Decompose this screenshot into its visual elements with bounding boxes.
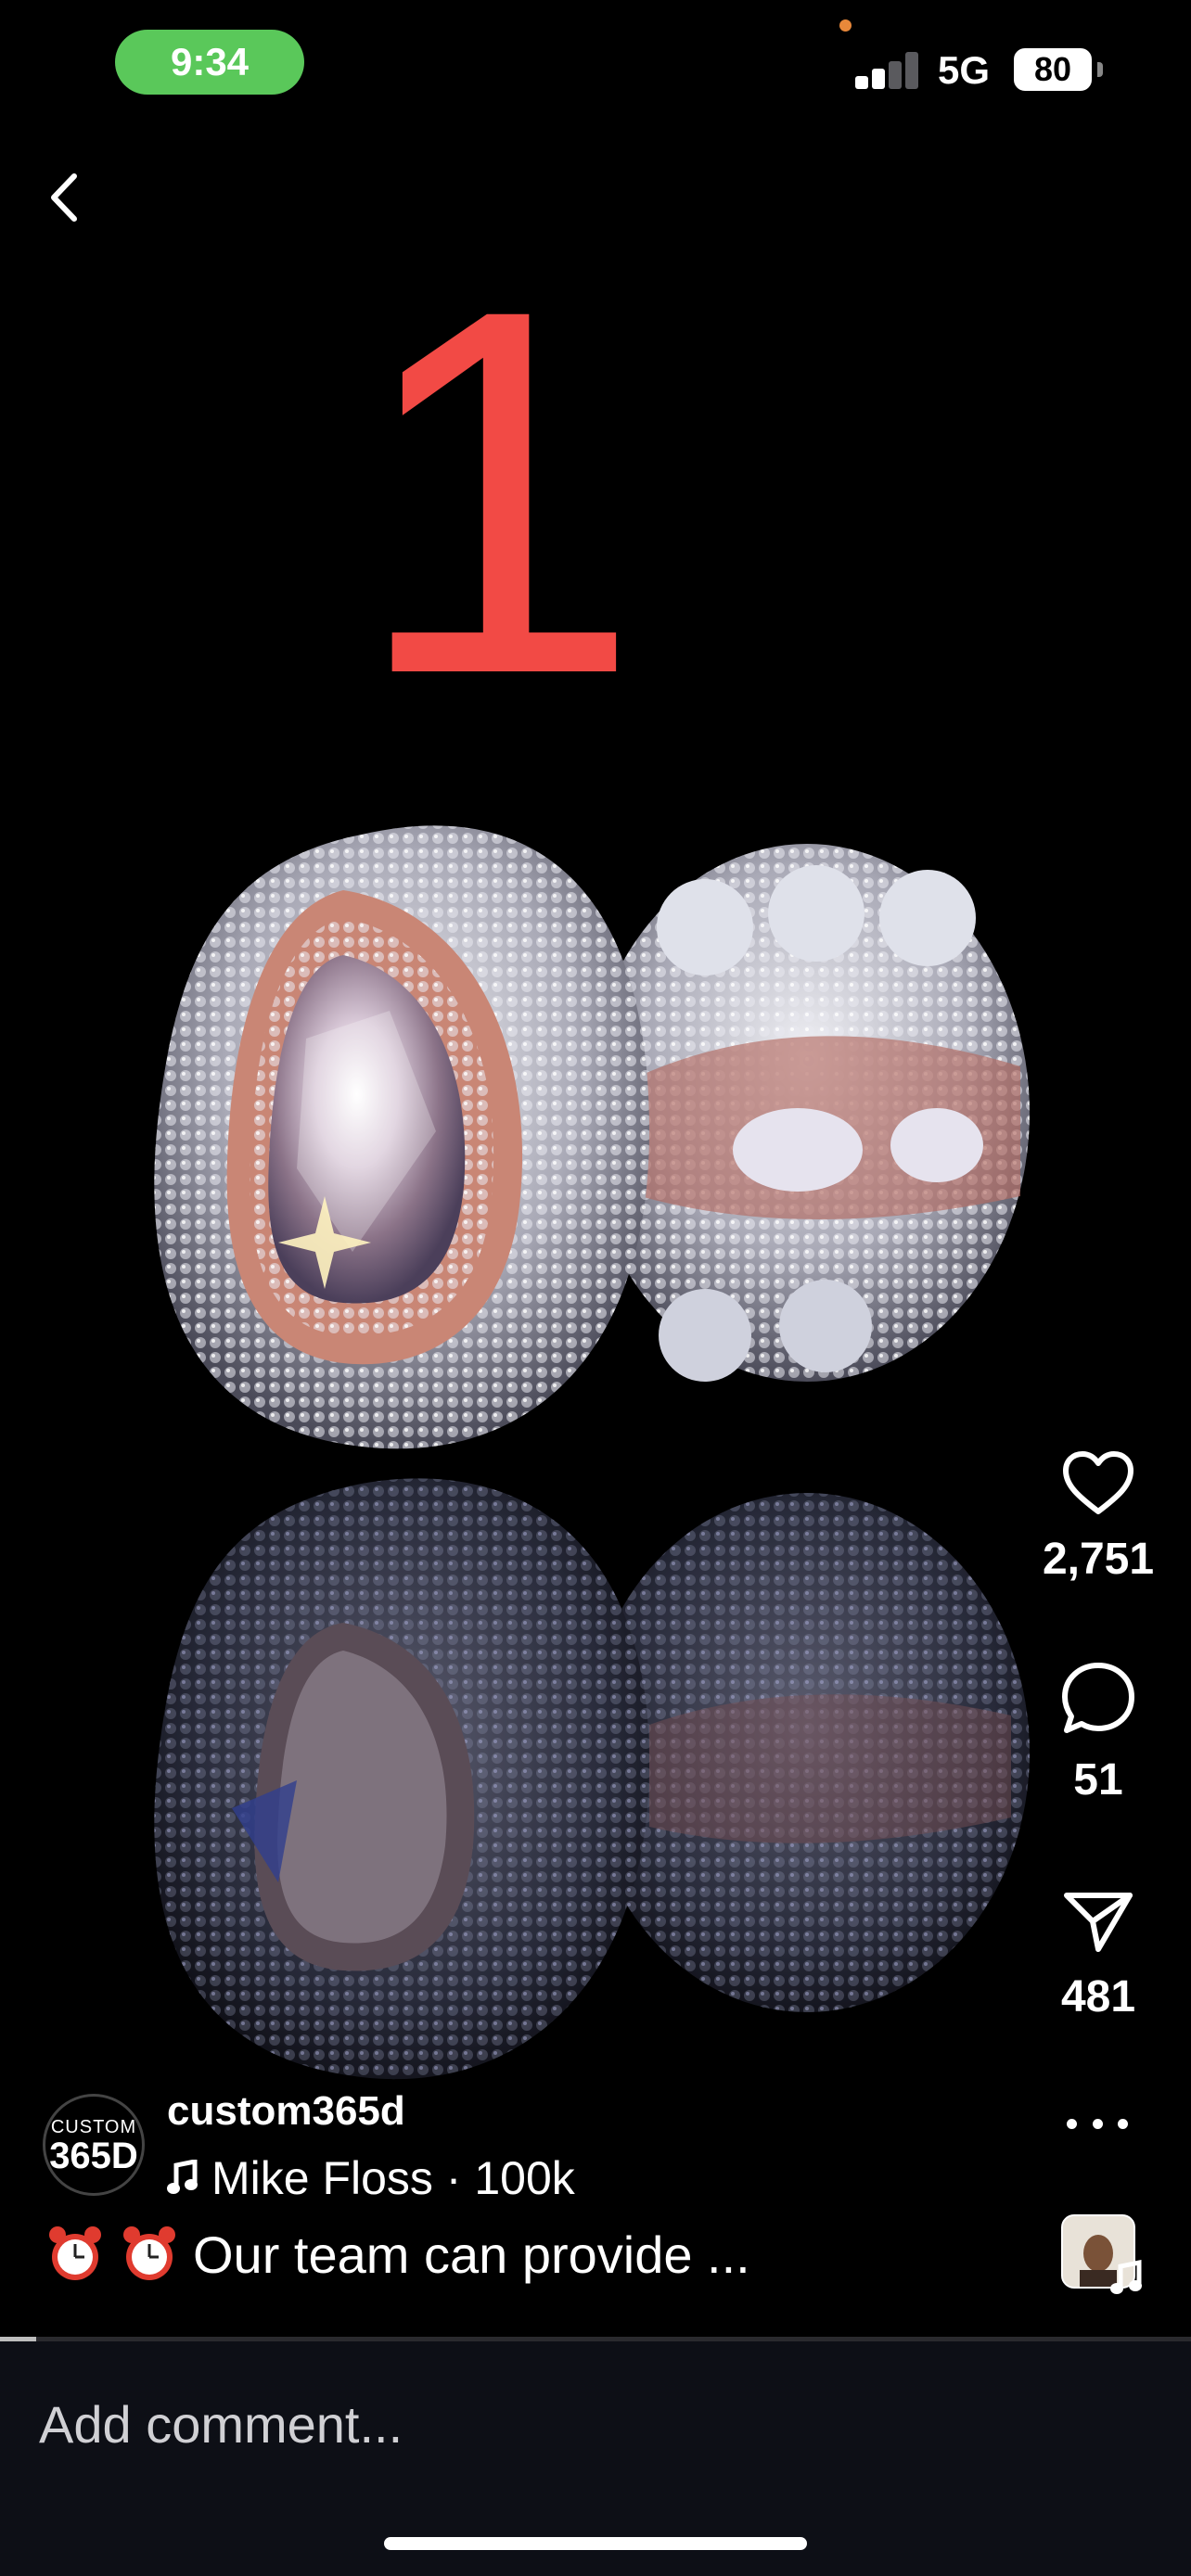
status-bar: 9:34 5G 80 [0,0,1191,130]
avatar-text-bottom: 365D [49,2135,138,2176]
comment-count: 51 [1073,1755,1123,1804]
username[interactable]: custom365d [167,2088,405,2135]
paper-plane-icon [1064,1893,1133,1952]
profile-avatar[interactable]: CUSTOM 365D [43,2094,145,2196]
chevron-left-icon [51,173,77,222]
comment-button[interactable]: 51 [1005,1660,1191,1805]
like-count: 2,751 [1042,1535,1155,1584]
dot [1118,2118,1128,2129]
caption-text: Our team can provide ... [193,2225,750,2284]
battery-level: 80 [1014,48,1092,91]
audio-link[interactable]: Mike Floss · 100k [167,2151,575,2205]
dot [1092,2118,1103,2129]
caption[interactable]: Our team can provide ... [45,2224,750,2285]
overlay-number: 1 [352,201,642,782]
dot [1067,2118,1077,2129]
comment-bubble-icon [1062,1663,1134,1733]
music-note-icon [1110,2259,1142,2294]
heart-icon [1063,1451,1133,1514]
status-time: 9:34 [115,30,304,95]
like-button[interactable]: 2,751 [1005,1448,1191,1585]
privacy-indicator-dot [839,19,852,32]
audio-label: Mike Floss · 100k [211,2152,575,2204]
share-button[interactable]: 481 [1005,1888,1191,2022]
back-button[interactable] [33,165,98,230]
cellular-signal-icon [855,50,920,89]
more-options-button[interactable] [1067,2105,1128,2142]
share-count: 481 [1060,1972,1136,2021]
battery-icon: 80 [1014,48,1103,91]
alarm-clock-icon [123,2226,175,2280]
alarm-clock-icon [49,2226,101,2280]
add-comment-input[interactable]: Add comment... [39,2394,403,2455]
music-note-icon [167,2160,198,2194]
network-type: 5G [938,48,991,92]
home-indicator [384,2537,807,2550]
